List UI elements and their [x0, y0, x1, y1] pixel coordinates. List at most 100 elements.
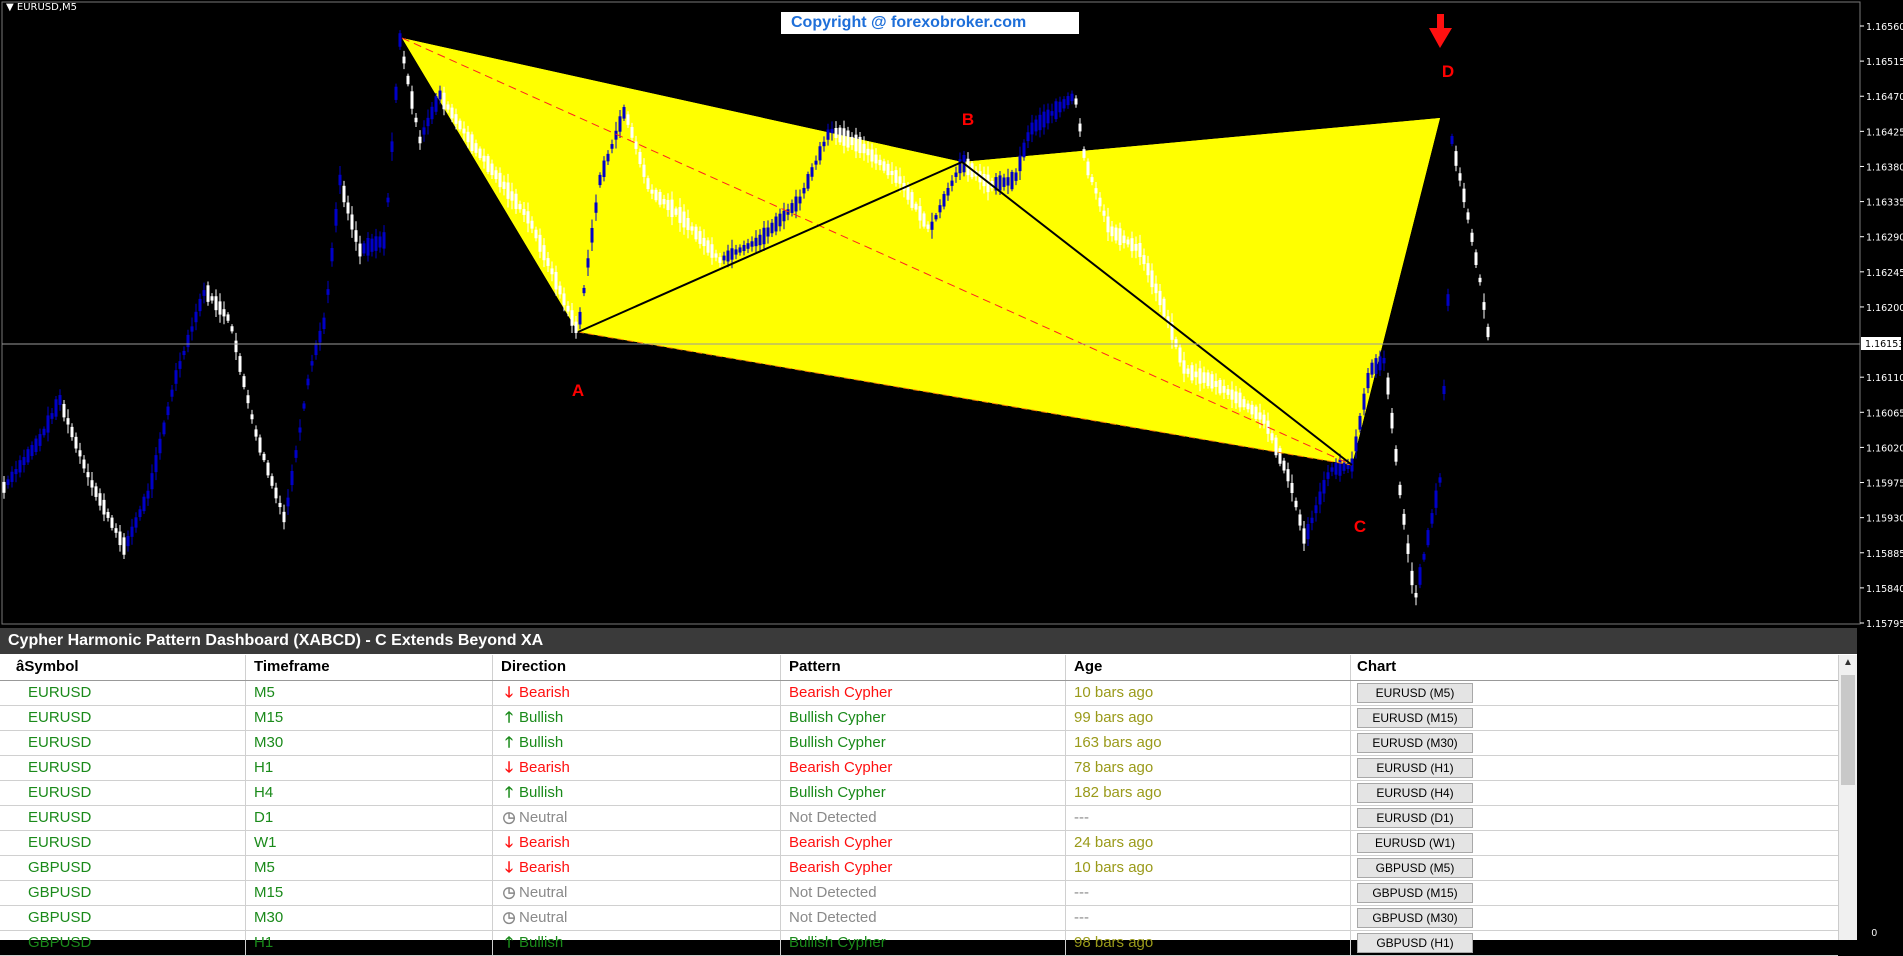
bear-candle	[1094, 188, 1098, 194]
price-tick-label: 1.16290	[1866, 233, 1903, 244]
table-row[interactable]: EURUSD M15 🡑 Bullish Bullish Cypher 99 ba…	[0, 706, 1838, 731]
bull-candle	[806, 174, 810, 189]
header-chart[interactable]: Chart	[1350, 655, 1838, 680]
direction-text: Bearish	[519, 759, 570, 776]
direction-text: Neutral	[519, 884, 568, 901]
bull-candle	[1442, 385, 1446, 395]
bear-candle	[1454, 151, 1458, 166]
bull-candle	[1014, 172, 1018, 181]
scroll-up-icon[interactable]: ▲	[1839, 655, 1857, 671]
scroll-thumb[interactable]	[1841, 675, 1855, 785]
bear-candle	[838, 127, 842, 143]
direction-text: Neutral	[519, 909, 568, 926]
bear-candle	[1190, 365, 1194, 381]
bear-candle	[270, 476, 274, 486]
bull-candle	[598, 174, 602, 186]
cell-chart: EURUSD (D1)	[1350, 806, 1838, 830]
bull-candle	[318, 330, 322, 343]
open-chart-button[interactable]: EURUSD (M5)	[1357, 683, 1473, 703]
cell-direction: 🡓 Bearish	[492, 831, 780, 855]
open-chart-button[interactable]: EURUSD (H4)	[1357, 783, 1473, 803]
header-direction[interactable]: Direction	[492, 655, 780, 680]
chart-canvas[interactable]: A B C D 1.165601.165151.164701.164251.16…	[0, 0, 1903, 628]
bear-candle	[1390, 412, 1394, 429]
bull-candle	[1338, 459, 1342, 476]
price-chart[interactable]: A B C D 1.16560 1.16515 1.16470 1.16425 1.16…	[0, 0, 1903, 639]
bull-candle	[378, 236, 382, 248]
open-chart-button[interactable]: EURUSD (D1)	[1357, 808, 1473, 828]
header-pattern[interactable]: Pattern	[780, 655, 1065, 680]
bull-candle	[30, 445, 34, 457]
bull-candle	[138, 509, 142, 518]
bear-candle	[354, 230, 358, 242]
bull-candle	[818, 146, 822, 161]
clock-icon: ◷	[502, 884, 516, 901]
bull-candle	[774, 216, 778, 232]
bear-candle	[1470, 232, 1474, 242]
cell-direction: 🡑 Bullish	[492, 781, 780, 805]
header-age[interactable]: Age	[1065, 655, 1350, 680]
table-row[interactable]: GBPUSD H1 🡑 Bullish Bullish Cypher 98 bar…	[0, 931, 1838, 956]
open-chart-button[interactable]: GBPUSD (M5)	[1357, 858, 1473, 878]
header-timeframe[interactable]: Timeframe	[245, 655, 492, 680]
cell-age: 98 bars ago	[1065, 931, 1350, 955]
open-chart-button[interactable]: EURUSD (H1)	[1357, 758, 1473, 778]
table-row[interactable]: GBPUSD M30 ◷ Neutral Not Detected --- GBP…	[0, 906, 1838, 931]
bull-candle	[754, 237, 758, 247]
bull-candle	[762, 227, 766, 245]
bear-candle	[86, 472, 90, 478]
table-row[interactable]: EURUSD H4 🡑 Bullish Bullish Cypher 182 ba…	[0, 781, 1838, 806]
table-row[interactable]: EURUSD M30 🡑 Bullish Bullish Cypher 163 b…	[0, 731, 1838, 756]
table-row[interactable]: EURUSD M5 🡓 Bearish Bearish Cypher 10 bar…	[0, 681, 1838, 706]
bull-candle	[194, 311, 198, 323]
table-row[interactable]: EURUSD H1 🡓 Bearish Bearish Cypher 78 bar…	[0, 756, 1838, 781]
bull-candle	[50, 413, 54, 419]
bear-candle	[698, 231, 702, 244]
bear-candle	[546, 258, 550, 266]
cell-pattern: Bearish Cypher	[780, 831, 1065, 855]
open-chart-button[interactable]: GBPUSD (M30)	[1357, 908, 1473, 928]
clock-icon: ◷	[502, 909, 516, 926]
bear-candle	[74, 436, 78, 449]
bear-candle	[1278, 448, 1282, 464]
bear-candle	[406, 75, 410, 85]
bear-candle	[1398, 484, 1402, 496]
table-row[interactable]: EURUSD D1 ◷ Neutral Not Detected --- EURU…	[0, 806, 1838, 831]
header-symbol[interactable]: âSymbol	[0, 655, 245, 680]
table-row[interactable]: EURUSD W1 🡓 Bearish Bearish Cypher 24 bar…	[0, 831, 1838, 856]
bear-candle	[238, 356, 242, 372]
open-chart-button[interactable]: GBPUSD (M15)	[1357, 883, 1473, 903]
bear-candle	[278, 502, 282, 508]
bear-candle	[702, 237, 706, 247]
pattern-fill-left	[402, 38, 1440, 465]
bull-candle	[186, 334, 190, 348]
bear-candle	[874, 154, 878, 164]
cell-timeframe: H1	[245, 756, 492, 780]
bull-candle	[426, 117, 430, 127]
bull-candle	[162, 422, 166, 435]
cell-symbol: EURUSD	[28, 759, 92, 776]
cell-chart: EURUSD (H4)	[1350, 781, 1838, 805]
cell-chart: GBPUSD (H1)	[1350, 931, 1838, 955]
dropdown-triangle-icon[interactable]: ▼	[6, 2, 14, 13]
open-chart-button[interactable]: EURUSD (M15)	[1357, 708, 1473, 728]
table-scrollbar[interactable]: ▲	[1838, 655, 1857, 940]
open-chart-button[interactable]: EURUSD (W1)	[1357, 833, 1473, 853]
arrow-down-icon: 🡓	[505, 859, 513, 876]
cell-timeframe: M5	[245, 681, 492, 705]
symbol-text: EURUSD,M5	[16, 2, 78, 13]
open-chart-button[interactable]: EURUSD (M30)	[1357, 733, 1473, 753]
bear-candle	[1254, 406, 1258, 419]
table-row[interactable]: GBPUSD M5 🡓 Bearish Bearish Cypher 10 bar…	[0, 856, 1838, 881]
table-row[interactable]: GBPUSD M15 ◷ Neutral Not Detected --- GBP…	[0, 881, 1838, 906]
bull-candle	[738, 247, 742, 253]
bear-candle	[1466, 212, 1470, 220]
bear-candle	[442, 92, 446, 110]
bear-candle	[414, 117, 418, 123]
bear-candle	[466, 131, 470, 143]
bear-candle	[514, 193, 518, 209]
open-chart-button[interactable]: GBPUSD (H1)	[1357, 933, 1473, 953]
bear-candle	[894, 170, 898, 183]
bull-candle	[1010, 171, 1014, 190]
bull-candle	[58, 395, 62, 405]
